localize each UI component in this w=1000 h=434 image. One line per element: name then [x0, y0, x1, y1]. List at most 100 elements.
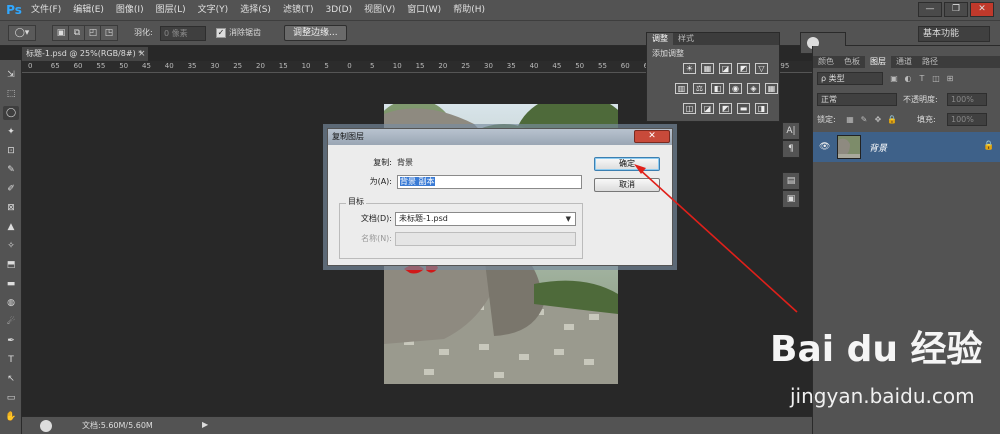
- tool-icon-3[interactable]: ✦: [3, 125, 19, 139]
- ruler-tick: 5: [370, 62, 375, 70]
- antialias-checkbox[interactable]: ✓: [216, 28, 226, 38]
- adjustment-icon[interactable]: ◫: [683, 103, 696, 114]
- tool-icon-10[interactable]: ⬒: [3, 258, 19, 272]
- ruler-tick: 20: [438, 62, 448, 70]
- ruler-tick: 65: [50, 62, 60, 70]
- tool-icon-1[interactable]: ⬚: [3, 87, 19, 101]
- feather-input[interactable]: 0 像素: [160, 26, 206, 41]
- lasso-preset-icon[interactable]: ◯▾: [8, 25, 36, 41]
- layer-row[interactable]: 👁 背景 🔒: [813, 132, 1000, 162]
- lock-all-icon[interactable]: 🔒: [887, 115, 897, 125]
- document-tab[interactable]: 标题-1.psd @ 25%(RGB/8#) *: [22, 47, 148, 61]
- ok-button[interactable]: 确定: [594, 157, 660, 171]
- tool-icon-9[interactable]: ✧: [3, 239, 19, 253]
- menu-edit[interactable]: 编辑(E): [67, 0, 110, 20]
- restore-button[interactable]: ❐: [944, 2, 968, 17]
- tool-icon-0[interactable]: ⇲: [3, 68, 19, 82]
- watermark-main: Bai du 经验: [770, 329, 983, 370]
- filter-pixel-icon[interactable]: ▣: [889, 74, 899, 84]
- tab-layers[interactable]: 图层: [865, 56, 891, 68]
- opacity-input[interactable]: 100%: [947, 93, 987, 106]
- document-select[interactable]: 未标题-1.psd ▼: [395, 212, 576, 226]
- tool-icon-5[interactable]: ✎: [3, 163, 19, 177]
- tool-icon-7[interactable]: ⊠: [3, 201, 19, 215]
- filter-type-icon[interactable]: T: [917, 74, 927, 84]
- tool-icon-6[interactable]: ✐: [3, 182, 19, 196]
- close-window-button[interactable]: ✕: [970, 2, 994, 17]
- adjustment-icon[interactable]: ☀: [683, 63, 696, 74]
- properties-panel-icon[interactable]: ▣: [782, 190, 800, 208]
- tab-channels[interactable]: 通道: [891, 56, 917, 68]
- tool-icon-18[interactable]: ✋: [3, 410, 19, 424]
- zoom-icon[interactable]: [40, 420, 52, 432]
- adjustment-icon[interactable]: ▬: [737, 103, 750, 114]
- layer-filter-select[interactable]: ρ 类型: [817, 72, 883, 85]
- adjustment-icon[interactable]: ▽: [755, 63, 768, 74]
- tab-close-icon[interactable]: ×: [138, 47, 148, 61]
- menu-view[interactable]: 视图(V): [358, 0, 401, 20]
- tab-styles[interactable]: 样式: [673, 33, 699, 45]
- adjustment-icon[interactable]: ◉: [729, 83, 742, 94]
- dialog-close-button[interactable]: ✕: [634, 130, 670, 143]
- menu-filter[interactable]: 滤镜(T): [277, 0, 320, 20]
- status-arrow-icon[interactable]: ▶: [202, 420, 208, 429]
- adjustment-icon[interactable]: ◈: [747, 83, 760, 94]
- minimize-button[interactable]: —: [918, 2, 942, 17]
- menu-3d[interactable]: 3D(D): [319, 0, 358, 20]
- adjustment-icon[interactable]: ◩: [737, 63, 750, 74]
- adjustment-icon[interactable]: ◩: [719, 103, 732, 114]
- tab-paths[interactable]: 路径: [917, 56, 943, 68]
- lock-image-icon[interactable]: ✎: [859, 115, 869, 125]
- tool-icon-14[interactable]: ✒: [3, 334, 19, 348]
- menu-layer[interactable]: 图层(L): [150, 0, 192, 20]
- intersect-selection-icon[interactable]: ◳: [100, 25, 118, 41]
- history-panel-icon[interactable]: ▤: [782, 172, 800, 190]
- tool-icon-12[interactable]: ◍: [3, 296, 19, 310]
- blend-mode-select[interactable]: 正常: [817, 93, 897, 106]
- adjustment-icon[interactable]: ◨: [755, 103, 768, 114]
- eye-icon[interactable]: 👁: [819, 141, 831, 153]
- tool-icon-15[interactable]: T: [3, 353, 19, 367]
- tab-color[interactable]: 颜色: [813, 56, 839, 68]
- menu-file[interactable]: 文件(F): [25, 0, 67, 20]
- copy-value: 背景: [397, 158, 413, 167]
- workspace-select[interactable]: 基本功能: [918, 26, 990, 42]
- fill-input[interactable]: 100%: [947, 113, 987, 126]
- filter-adjust-icon[interactable]: ◐: [903, 74, 913, 84]
- tab-swatches[interactable]: 色板: [839, 56, 865, 68]
- adjustment-icon[interactable]: ◪: [701, 103, 714, 114]
- lock-transparent-icon[interactable]: ▦: [845, 115, 855, 125]
- adjustment-icon[interactable]: ▥: [675, 83, 688, 94]
- tool-icon-11[interactable]: ▬: [3, 277, 19, 291]
- adjustment-icon[interactable]: ▦: [765, 83, 778, 94]
- tool-icon-17[interactable]: ▭: [3, 391, 19, 405]
- menu-help[interactable]: 帮助(H): [447, 0, 491, 20]
- tool-icon-2[interactable]: ◯: [3, 106, 19, 120]
- adjustment-icon[interactable]: ◪: [719, 63, 732, 74]
- adjustment-icon[interactable]: ⚖: [693, 83, 706, 94]
- tool-icon-13[interactable]: ☄: [3, 315, 19, 329]
- ruler-tick: 60: [620, 62, 630, 70]
- menu-image[interactable]: 图像(I): [110, 0, 150, 20]
- menu-window[interactable]: 窗口(W): [401, 0, 447, 20]
- tab-adjustments[interactable]: 调整: [647, 33, 673, 45]
- tool-icon-4[interactable]: ⊡: [3, 144, 19, 158]
- layers-tabs: 颜色 色板 图层 通道 路径: [813, 56, 1000, 68]
- adjustment-icon[interactable]: ▦: [701, 63, 714, 74]
- filter-smart-icon[interactable]: ⊞: [945, 74, 955, 84]
- add-adjustment-title: 添加调整: [652, 49, 684, 58]
- filter-shape-icon[interactable]: ◫: [931, 74, 941, 84]
- dialog-title: 复制图层: [332, 132, 364, 141]
- character-panel-icon[interactable]: A|: [782, 122, 800, 140]
- menu-type[interactable]: 文字(Y): [192, 0, 235, 20]
- cancel-button[interactable]: 取消: [594, 178, 660, 192]
- fill-label: 填充:: [917, 115, 936, 124]
- refine-edge-button[interactable]: 调整边缘...: [284, 25, 347, 41]
- lock-position-icon[interactable]: ✥: [873, 115, 883, 125]
- tool-icon-16[interactable]: ↖: [3, 372, 19, 386]
- as-input[interactable]: 背景 副本: [397, 175, 582, 189]
- menu-select[interactable]: 选择(S): [234, 0, 277, 20]
- paragraph-panel-icon[interactable]: ¶: [782, 140, 800, 158]
- tool-icon-8[interactable]: ▲: [3, 220, 19, 234]
- adjustment-icon[interactable]: ◧: [711, 83, 724, 94]
